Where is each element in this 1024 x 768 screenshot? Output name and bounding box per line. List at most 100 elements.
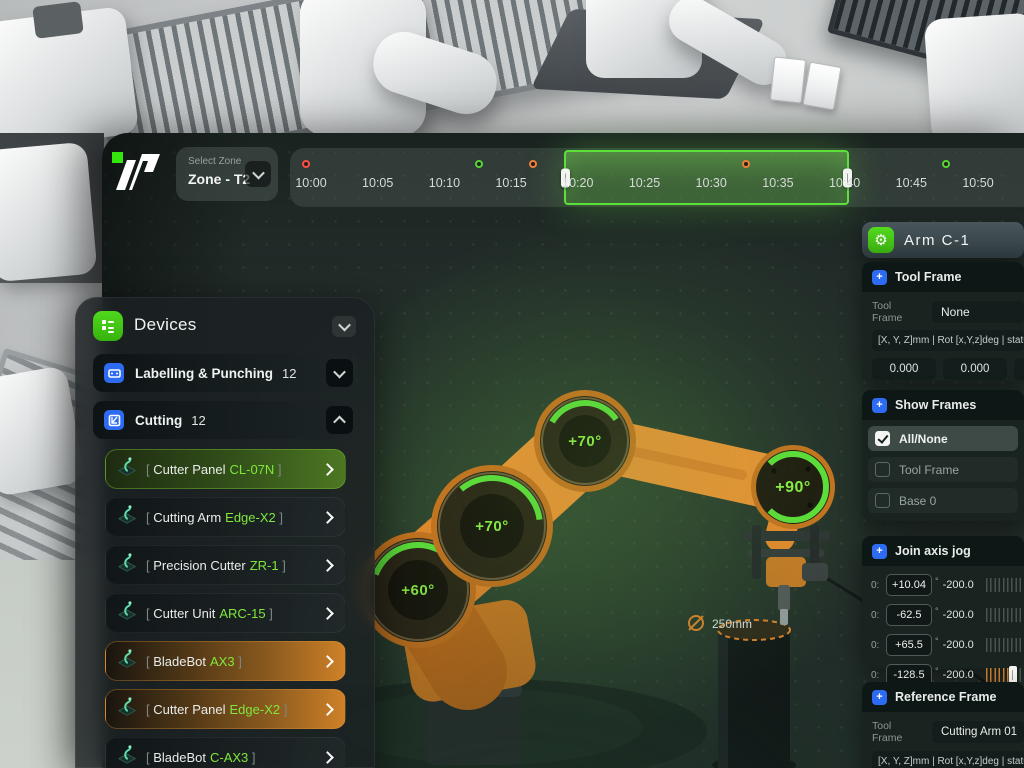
timeline-event-marker[interactable] [475, 160, 483, 168]
degree-unit: ° [935, 636, 939, 646]
device-3d-icon [116, 648, 138, 675]
arm-panel-header[interactable]: ⚙ Arm C-1 [862, 222, 1024, 258]
timeline-tick-label: 10:40 [829, 176, 860, 190]
add-icon: + [872, 398, 887, 413]
reference-frame-select[interactable]: Cutting Arm 01 [932, 721, 1024, 743]
device-item-label: [ Cutter PanelCL-07N ] [146, 462, 282, 477]
group-collapse-button[interactable] [326, 359, 353, 387]
device-name: Cutter Unit [153, 606, 215, 621]
device-group-cutting[interactable]: Cutting12 [93, 401, 358, 439]
zone-selector-value: Zone - T2 [188, 171, 250, 187]
timeline[interactable]: 10:0010:0510:1010:1510:2010:2510:3010:35… [290, 148, 1024, 207]
axis-jog-row: 0:+65.5°-200.0 [862, 633, 1024, 657]
zone-selector-dropdown-button[interactable] [245, 161, 271, 187]
timeline-tick-label: 10:05 [362, 176, 393, 190]
frame-option-label: Base 0 [899, 494, 936, 508]
checkbox-icon[interactable] [875, 462, 890, 477]
tool-frame-select[interactable]: None [932, 301, 1024, 323]
tool-frame-card-header[interactable]: + Tool Frame [862, 262, 1024, 292]
device-open-button[interactable] [323, 465, 332, 474]
device-name: Precision Cutter [153, 558, 245, 573]
axis-jog-slider[interactable] [986, 668, 1024, 682]
axis-jog-title: Join axis jog [895, 544, 971, 558]
reference-frame-title: Reference Frame [895, 690, 996, 704]
bracket: ] [235, 654, 242, 669]
device-open-button[interactable] [323, 513, 332, 522]
axis-label: 0: [871, 640, 884, 651]
axis-jog-rows: 0:+10.04°-200.00:-62.5°-200.00:+65.5°-20… [862, 573, 1024, 687]
axis-min-label: -200.0 [943, 579, 984, 591]
pose-value-input[interactable]: 0.000 [943, 358, 1007, 380]
axis-value-input[interactable]: -62.5 [886, 604, 932, 626]
axis-jog-card-header[interactable]: + Join axis jog [862, 536, 1024, 566]
axis-jog-slider[interactable] [986, 638, 1024, 652]
timeline-event-marker[interactable] [942, 160, 950, 168]
bracket: ] [276, 510, 283, 525]
timeline-event-marker[interactable] [529, 160, 537, 168]
axis-jog-slider[interactable] [986, 608, 1024, 622]
device-item-label: [ BladeBotAX3 ] [146, 654, 242, 669]
reference-frame-card-header[interactable]: + Reference Frame [862, 682, 1024, 712]
device-item[interactable]: [ Cutter PanelCL-07N ] [105, 449, 346, 489]
joint-angle-label: +70° [568, 433, 601, 450]
pose-value-input[interactable]: 0.000 [872, 358, 936, 380]
device-item[interactable]: [ Precision CutterZR-1 ] [105, 545, 346, 585]
device-item-label: [ Cutting ArmEdge-X2 ] [146, 510, 283, 525]
device-group-count: 12 [282, 366, 296, 381]
cylinder [718, 630, 790, 768]
axis-value-input[interactable]: +65.5 [886, 634, 932, 656]
arm-panel-title: Arm C-1 [904, 232, 970, 249]
photo-robot-head [32, 1, 84, 39]
add-icon: + [872, 544, 887, 559]
add-icon: + [872, 270, 887, 285]
device-group-labelling-punching[interactable]: Labelling & Punching 12 [93, 354, 358, 392]
timeline-tick-label: 10:20 [562, 176, 593, 190]
device-model: Edge-X2 [230, 702, 281, 717]
axis-jog-slider[interactable] [986, 578, 1024, 592]
frame-option-label: All/None [899, 432, 948, 446]
zone-selector[interactable]: Select Zone Zone - T2 [176, 147, 278, 201]
device-open-button[interactable] [323, 657, 332, 666]
chevron-down-icon [333, 365, 346, 378]
frame-option-base-0[interactable]: Base 0 [868, 488, 1018, 513]
tool-frame-title: Tool Frame [895, 270, 961, 284]
devices-collapse-button[interactable] [332, 316, 356, 337]
device-open-button[interactable] [323, 609, 332, 618]
device-name: Cutter Panel [153, 462, 225, 477]
frame-option-tool-frame[interactable]: Tool Frame [868, 457, 1018, 482]
device-item[interactable]: [ Cutter PanelEdge-X2 ] [105, 689, 346, 729]
axis-value-input[interactable]: +10.04 [886, 574, 932, 596]
devices-panel: Devices Labelling & Punching12Cutting12 … [75, 297, 375, 768]
device-group-label: Labelling & Punching [135, 366, 273, 381]
chevron-right-icon [321, 511, 334, 524]
checkbox-checked-icon[interactable] [875, 431, 890, 446]
pose-value-input[interactable]: 0.000 [1014, 358, 1024, 380]
timeline-event-marker[interactable] [302, 160, 310, 168]
device-item[interactable]: [ BladeBotAX3 ] [105, 641, 346, 681]
device-open-button[interactable] [323, 705, 332, 714]
device-model: ZR-1 [250, 558, 279, 573]
device-model: AX3 [210, 654, 235, 669]
show-frames-card: + Show Frames All/None Tool Frame Base 0 [862, 390, 1024, 521]
frame-option-all-none[interactable]: All/None [868, 426, 1018, 451]
chevron-right-icon [321, 463, 334, 476]
group-collapse-button[interactable] [326, 406, 353, 434]
category-icon [104, 410, 124, 430]
device-open-button[interactable] [323, 753, 332, 762]
device-model: Edge-X2 [225, 510, 276, 525]
bracket: ] [248, 750, 255, 765]
device-open-button[interactable] [323, 561, 332, 570]
device-item[interactable]: [ Cutting ArmEdge-X2 ] [105, 497, 346, 537]
chevron-right-icon [321, 751, 334, 764]
device-item[interactable]: [ BladeBotC-AX3 ] [105, 737, 346, 768]
brand-logo[interactable] [112, 148, 164, 194]
device-3d-icon [116, 552, 138, 579]
chevron-down-icon [338, 319, 351, 332]
axis-min-label: -200.0 [943, 669, 984, 681]
device-item[interactable]: [ Cutter UnitARC-15 ] [105, 593, 346, 633]
timeline-tick-label: 10:10 [429, 176, 460, 190]
checkbox-icon[interactable] [875, 493, 890, 508]
device-3d-icon [116, 504, 138, 531]
device-model: C-AX3 [210, 750, 248, 765]
show-frames-card-header[interactable]: + Show Frames [862, 390, 1024, 420]
